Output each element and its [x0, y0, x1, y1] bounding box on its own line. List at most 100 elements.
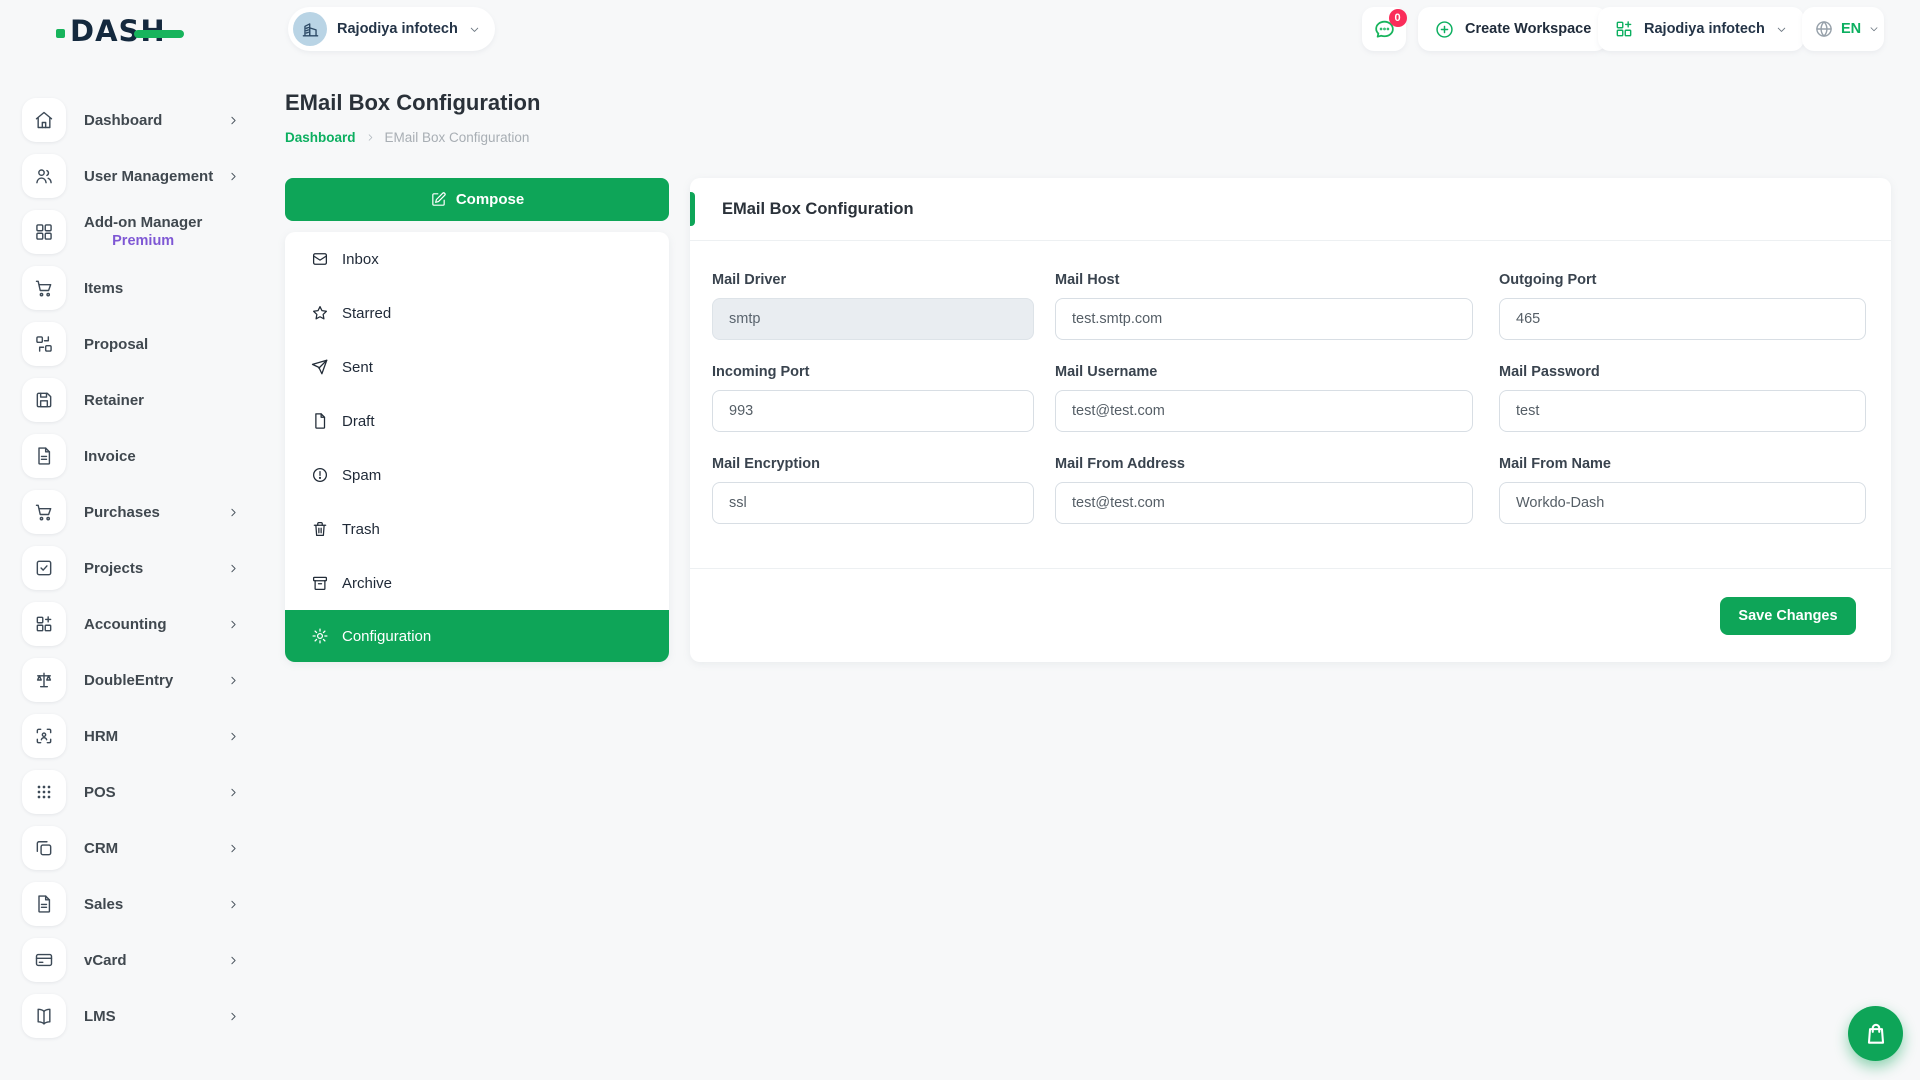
- mail-menu-item-trash[interactable]: Trash: [285, 502, 669, 556]
- language-selector[interactable]: EN: [1802, 7, 1884, 51]
- messenger-badge: 0: [1389, 9, 1407, 27]
- create-workspace-label: Create Workspace: [1465, 21, 1591, 37]
- mail-menu-item-draft[interactable]: Draft: [285, 394, 669, 448]
- card-title: EMail Box Configuration: [722, 200, 914, 219]
- incoming-port-input[interactable]: [712, 390, 1034, 432]
- mail-menu-item-starred[interactable]: Starred: [285, 286, 669, 340]
- file-icon: [311, 412, 329, 430]
- mail-menu-item-label: Spam: [342, 467, 381, 484]
- home-icon: [22, 98, 66, 142]
- mail-menu-item-label: Configuration: [342, 628, 431, 645]
- file-text-icon: [22, 882, 66, 926]
- compose-edit-icon: [430, 191, 447, 208]
- company-menu-button[interactable]: Rajodiya infotech: [1598, 7, 1804, 51]
- save-changes-button[interactable]: Save Changes: [1720, 597, 1856, 635]
- sidebar-item-label: Accounting: [84, 615, 167, 634]
- messenger-button[interactable]: 0: [1362, 7, 1406, 51]
- breadcrumb-dashboard-link[interactable]: Dashboard: [285, 130, 356, 145]
- compose-button[interactable]: Compose: [285, 178, 669, 221]
- chevron-down-icon: [1868, 23, 1880, 35]
- chevron-right-icon: [227, 114, 240, 127]
- sidebar-item-proposal[interactable]: Proposal: [22, 322, 240, 366]
- globe-icon: [1814, 19, 1834, 39]
- sidebar-item-invoice[interactable]: Invoice: [22, 434, 240, 478]
- mail-username-input[interactable]: [1055, 390, 1473, 432]
- users-icon: [22, 154, 66, 198]
- breadcrumb-current: EMail Box Configuration: [385, 130, 530, 145]
- app-canvas: DASH Rajodiya infotech 0 Create Workspac…: [0, 0, 1920, 1080]
- trash-icon: [311, 520, 329, 538]
- mail-host-input[interactable]: [1055, 298, 1473, 340]
- sidebar-item-addon-manager[interactable]: Add-on Manager Premium: [22, 210, 240, 254]
- sidebar-item-label: User Management: [84, 167, 213, 186]
- mail-from-address-input[interactable]: [1055, 482, 1473, 524]
- email-config-card: EMail Box Configuration Mail Driver Mail…: [690, 178, 1891, 662]
- mail-menu-item-inbox[interactable]: Inbox: [285, 232, 669, 286]
- gear-icon: [311, 627, 329, 645]
- mail-menu-item-label: Starred: [342, 305, 391, 322]
- page-title: EMail Box Configuration: [285, 90, 540, 116]
- sidebar-item-pos[interactable]: POS: [22, 770, 240, 814]
- sidebar-item-label: vCard: [84, 951, 127, 970]
- chevron-right-icon: [227, 674, 240, 687]
- chevron-right-icon: [227, 1010, 240, 1023]
- mail-menu-item-sent[interactable]: Sent: [285, 340, 669, 394]
- sidebar-item-retainer[interactable]: Retainer: [22, 378, 240, 422]
- sidebar-item-accounting[interactable]: Accounting: [22, 602, 240, 646]
- sidebar-item-projects[interactable]: Projects: [22, 546, 240, 590]
- sidebar-item-label: Sales: [84, 895, 123, 914]
- mail-menu-item-archive[interactable]: Archive: [285, 556, 669, 610]
- sidebar-item-sales[interactable]: Sales: [22, 882, 240, 926]
- chevron-right-icon: [227, 730, 240, 743]
- book-open-icon: [22, 994, 66, 1038]
- send-icon: [311, 358, 329, 376]
- sidebar-item-purchases[interactable]: Purchases: [22, 490, 240, 534]
- premium-badge: Premium: [84, 232, 202, 251]
- sidebar-item-crm[interactable]: CRM: [22, 826, 240, 870]
- copy-icon: [22, 826, 66, 870]
- mail-encryption-input[interactable]: [712, 482, 1034, 524]
- outgoing-port-input[interactable]: [1499, 298, 1866, 340]
- mail-from-name-input[interactable]: [1499, 482, 1866, 524]
- sidebar-item-label: LMS: [84, 1007, 116, 1026]
- floating-cart-button[interactable]: [1848, 1006, 1903, 1061]
- language-code: EN: [1841, 21, 1861, 37]
- sidebar-item-vcard[interactable]: vCard: [22, 938, 240, 982]
- sidebar-item-label: Invoice: [84, 447, 136, 466]
- sidebar-item-user-management[interactable]: User Management: [22, 154, 240, 198]
- mail-encryption-label: Mail Encryption: [712, 456, 1034, 472]
- chevron-right-icon: [227, 842, 240, 855]
- mail-menu-item-configuration[interactable]: Configuration: [285, 610, 669, 662]
- mail-driver-input: [712, 298, 1034, 340]
- floppy-icon: [22, 378, 66, 422]
- credit-card-icon: [22, 938, 66, 982]
- file-text-icon: [22, 434, 66, 478]
- mail-driver-label: Mail Driver: [712, 272, 1034, 288]
- sidebar-item-doubleentry[interactable]: DoubleEntry: [22, 658, 240, 702]
- sidebar-item-label: POS: [84, 783, 116, 802]
- mail-password-label: Mail Password: [1499, 364, 1866, 380]
- chevron-right-icon: [227, 898, 240, 911]
- chevron-right-icon: [227, 562, 240, 575]
- mail-menu-item-label: Archive: [342, 575, 392, 592]
- sidebar-item-hrm[interactable]: HRM: [22, 714, 240, 758]
- chevron-right-icon: [227, 786, 240, 799]
- chevron-right-icon: [227, 170, 240, 183]
- sidebar-item-label: HRM: [84, 727, 118, 746]
- app-logo[interactable]: DASH: [56, 13, 196, 51]
- mail-menu-item-spam[interactable]: Spam: [285, 448, 669, 502]
- chevron-right-icon: [227, 506, 240, 519]
- sidebar-item-lms[interactable]: LMS: [22, 994, 240, 1038]
- mail-password-input[interactable]: [1499, 390, 1866, 432]
- divider: [690, 568, 1891, 569]
- workspace-switcher[interactable]: Rajodiya infotech: [288, 7, 495, 51]
- grid-plus-icon: [22, 602, 66, 646]
- logo-dash-bar: [134, 30, 184, 38]
- archive-icon: [311, 574, 329, 592]
- sidebar-item-items[interactable]: Items: [22, 266, 240, 310]
- sidebar-item-dashboard[interactable]: Dashboard: [22, 98, 240, 142]
- dots-grid-icon: [22, 770, 66, 814]
- logo-dot: [56, 29, 65, 38]
- card-accent-bar: [690, 192, 695, 226]
- create-workspace-button[interactable]: Create Workspace: [1418, 7, 1607, 51]
